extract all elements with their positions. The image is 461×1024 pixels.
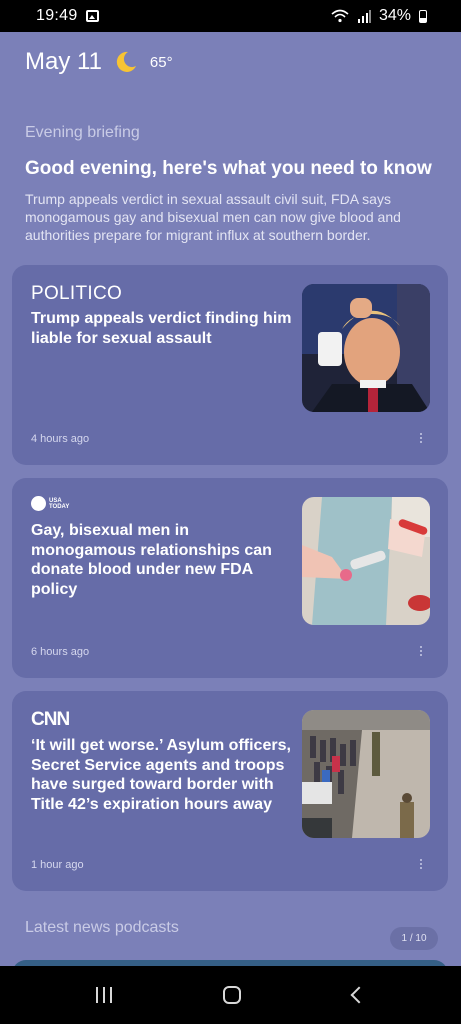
status-bar: 19:49 34% [0,0,461,32]
status-left: 19:49 [36,7,99,25]
usatoday-line2: TODAY [49,503,70,510]
header: May 11 65° [25,48,173,76]
card-headline: ‘It will get worse.’ Asylum officers, Se… [31,737,291,813]
card-time: 1 hour ago [31,859,84,871]
news-card-cnn[interactable]: CNN ‘It will get worse.’ Asylum officers… [12,691,448,891]
signal-icon [357,9,371,23]
battery-icon [419,9,427,23]
podcasts-label: Latest news podcasts [25,919,179,936]
navigation-bar [0,966,461,1024]
wifi-icon [331,9,349,23]
status-time: 19:49 [36,7,78,24]
usatoday-dot-icon [31,496,46,511]
card-headline: Trump appeals verdict finding him liable… [31,310,292,347]
home-icon[interactable] [223,986,242,1004]
more-options-icon[interactable] [420,859,424,869]
date-label: May 11 [25,48,102,75]
source-logo-cnn: CNN [31,709,70,730]
source-logo-usatoday: USA TODAY [31,496,69,511]
temperature-label: 65° [149,53,173,71]
news-card-usatoday[interactable]: USA TODAY Gay, bisexual men in monogamous… [12,478,448,678]
card-time: 6 hours ago [31,646,90,658]
moon-icon [116,51,136,72]
briefing-label: Evening briefing [25,124,140,141]
recents-icon[interactable] [95,987,112,1003]
article-thumbnail [302,710,430,838]
news-card-politico[interactable]: POLITICO Trump appeals verdict finding h… [12,265,448,465]
card-headline: Gay, bisexual men in monogamous relation… [31,522,272,598]
back-icon[interactable] [350,986,368,1004]
article-thumbnail [302,497,430,625]
more-options-icon[interactable] [420,433,424,443]
source-logo-politico: POLITICO [31,283,123,304]
more-options-icon[interactable] [420,646,424,656]
article-thumbnail [302,284,430,412]
briefing-title: Good evening, here's what you need to kn… [25,158,432,179]
image-icon [85,10,99,22]
podcast-pager: 1 / 10 [390,927,438,950]
card-time: 4 hours ago [31,433,90,445]
battery-percent: 34% [378,7,411,24]
status-right: 34% [331,7,427,25]
briefing-summary: Trump appeals verdict in sexual assault … [25,191,401,243]
